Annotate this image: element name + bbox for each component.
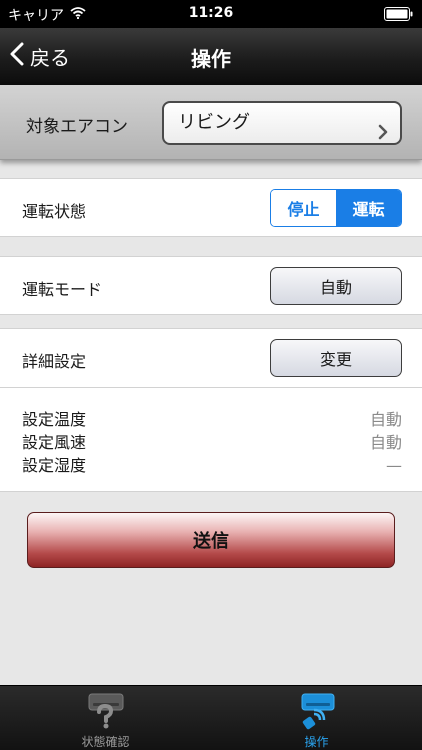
detail-values-row: 設定温度 設定風速 設定湿度 自動 自動 — <box>0 387 422 492</box>
set-temperature-value: 自動 <box>369 410 402 429</box>
target-aircon-label: 対象エアコン <box>26 117 128 137</box>
status-bar: キャリア 11:26 <box>0 0 422 28</box>
operation-mode-row: 運転モード 自動 <box>0 256 422 315</box>
operation-state-segmented-control: 停止 運転 <box>270 189 402 227</box>
set-humidity-value: — <box>386 456 402 475</box>
detail-settings-row: 詳細設定 変更 <box>0 328 422 388</box>
tab-status-check-label: 状態確認 <box>81 735 130 749</box>
chevron-right-icon <box>378 115 388 155</box>
page-title: 操作 <box>191 47 231 71</box>
target-aircon-panel: 対象エアコン リビング <box>0 85 422 160</box>
set-fan-speed-label: 設定風速 <box>22 433 87 452</box>
set-humidity-label: 設定湿度 <box>22 456 87 475</box>
operation-state-label: 運転状態 <box>22 202 87 221</box>
target-aircon-value: リビング <box>178 112 250 133</box>
operation-mode-button[interactable]: 自動 <box>270 267 402 305</box>
tab-operation-label: 操作 <box>304 735 329 749</box>
run-segment[interactable]: 運転 <box>336 190 401 226</box>
change-button[interactable]: 変更 <box>270 339 402 377</box>
battery-icon <box>384 7 414 25</box>
tab-operation[interactable]: 操作 <box>211 686 422 750</box>
tab-status-check[interactable]: 状態確認 <box>0 686 211 750</box>
operation-mode-label: 運転モード <box>22 280 103 299</box>
target-aircon-selector[interactable]: リビング <box>162 101 402 145</box>
detail-labels: 設定温度 設定風速 設定湿度 <box>22 408 86 477</box>
navigation-bar: 戻る 操作 <box>0 28 422 85</box>
aircon-remote-icon <box>296 692 338 734</box>
detail-values: 自動 自動 — <box>370 408 402 477</box>
set-fan-speed-value: 自動 <box>369 433 402 452</box>
set-temperature-label: 設定温度 <box>22 410 87 429</box>
aircon-question-icon <box>85 692 127 734</box>
detail-settings-label: 詳細設定 <box>22 352 87 371</box>
send-button[interactable]: 送信 <box>27 512 395 568</box>
stop-segment[interactable]: 停止 <box>271 190 336 226</box>
tab-bar: 状態確認 操作 <box>0 685 422 750</box>
operation-state-row: 運転状態 停止 運転 <box>0 178 422 237</box>
status-time: 11:26 <box>188 5 234 21</box>
